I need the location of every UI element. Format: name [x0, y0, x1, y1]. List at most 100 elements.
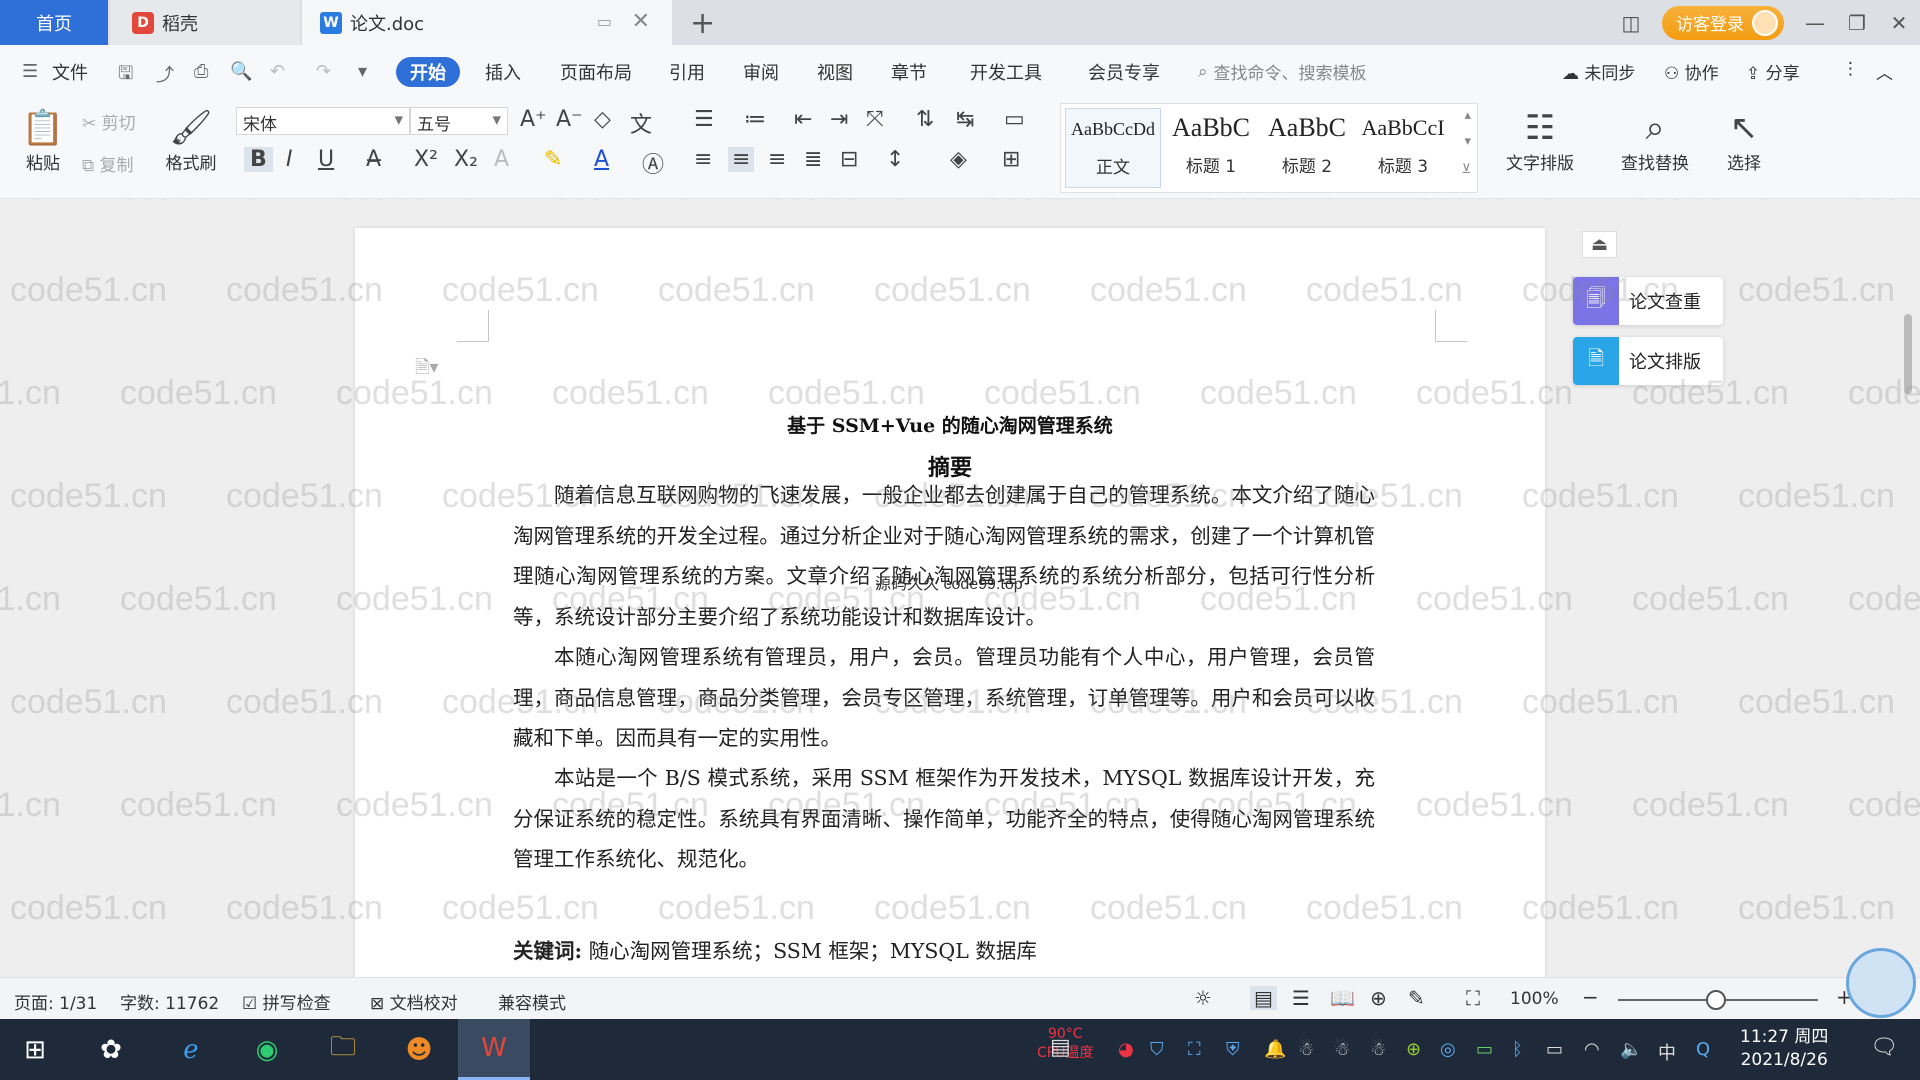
sort-icon[interactable]: ⇅	[916, 107, 934, 132]
web-view-icon[interactable]: ⊕	[1370, 986, 1387, 1010]
char-border-icon[interactable]: Ⓐ	[642, 147, 664, 179]
more-icon[interactable]: ⋮	[1842, 59, 1859, 79]
paste-button[interactable]: 📋 粘贴	[14, 107, 72, 174]
share-button[interactable]: ⇪ 分享	[1746, 59, 1800, 84]
tab-view[interactable]: 视图	[817, 59, 853, 85]
wifi-icon[interactable]: ◠	[1584, 1039, 1600, 1060]
tab-start[interactable]: 开始	[396, 57, 460, 87]
pinyin-icon[interactable]: 文	[630, 107, 652, 139]
bold-icon[interactable]: B	[244, 147, 273, 172]
style-normal[interactable]: AaBbCcDd 正文	[1065, 108, 1161, 188]
shading-icon[interactable]: ◈	[950, 147, 967, 172]
select-button[interactable]: ↖ 选择	[1712, 107, 1776, 174]
vpn-icon[interactable]: ◎	[1440, 1039, 1456, 1060]
tab-home[interactable]: 首页	[0, 0, 108, 45]
tab-page-layout[interactable]: 页面布局	[560, 59, 632, 85]
shrink-font-icon[interactable]: A⁻	[556, 107, 583, 132]
command-search[interactable]: ⌕ 查找命令、搜索模板	[1198, 59, 1367, 85]
cut-button[interactable]: ✂ 剪切	[82, 109, 136, 134]
save-icon[interactable]: 🖫	[118, 61, 133, 91]
ime-indicator[interactable]: 中	[1658, 1039, 1676, 1065]
copy-button[interactable]: ⧉ 复制	[82, 151, 134, 176]
tab-developer[interactable]: 开发工具	[970, 59, 1042, 85]
new-tab-button[interactable]: +	[690, 6, 715, 41]
page-view-icon[interactable]: ▤	[1250, 986, 1277, 1010]
numbered-list-icon[interactable]: ≔	[744, 107, 766, 132]
distributed-icon[interactable]: ⊟	[840, 147, 858, 172]
grow-font-icon[interactable]: A⁺	[520, 107, 547, 132]
scroll-down-icon[interactable]: ▾	[1464, 134, 1471, 149]
subscript-icon[interactable]: X₂	[454, 147, 478, 172]
reading-view-icon[interactable]: 📖	[1330, 986, 1355, 1010]
page-indicator[interactable]: 页面: 1/31	[14, 989, 97, 1014]
security-icon[interactable]: ⛨	[1226, 1039, 1240, 1060]
borders-icon[interactable]: ⊞	[1002, 147, 1020, 172]
network-app-icon[interactable]: ⛶	[1188, 1039, 1201, 1060]
ie-browser-icon[interactable]: ℯ	[170, 1029, 212, 1071]
word-count[interactable]: 字数: 11762	[120, 989, 219, 1014]
spell-check-button[interactable]: ☑ 拼写检查	[242, 989, 331, 1014]
text-layout-button[interactable]: ☷ 文字排版	[1494, 107, 1586, 174]
underline-icon[interactable]: U	[318, 147, 334, 172]
close-tab-icon[interactable]: ✕	[632, 9, 650, 34]
menu-file[interactable]: 文件	[52, 59, 88, 85]
system-clock[interactable]: 11:27 周四 2021/8/26	[1740, 1026, 1828, 1072]
monitor-tray-icon[interactable]: ▤	[1050, 1035, 1071, 1060]
italic-icon[interactable]: I	[286, 147, 293, 172]
outline-view-icon[interactable]: ☰	[1292, 986, 1310, 1010]
qq-icon[interactable]: ☃	[1298, 1039, 1314, 1060]
zoom-level[interactable]: 100%	[1510, 989, 1559, 1009]
zoom-slider-handle[interactable]	[1706, 990, 1726, 1010]
clear-format-icon[interactable]: ◇	[594, 107, 611, 132]
export-icon[interactable]: ⤴	[156, 61, 174, 87]
find-replace-button[interactable]: ⌕ 查找替换	[1606, 107, 1704, 174]
justify-icon[interactable]: ≣	[804, 147, 822, 172]
superscript-icon[interactable]: X²	[414, 147, 438, 172]
qq-icon[interactable]: ☃	[1370, 1039, 1386, 1060]
format-painter-button[interactable]: 🖌 格式刷	[160, 107, 222, 174]
preview-icon[interactable]: 🔍	[230, 61, 252, 82]
style-heading2[interactable]: AaBbC 标题 2	[1259, 108, 1355, 188]
decrease-indent-icon[interactable]: ⇤	[794, 107, 812, 132]
battery-icon[interactable]: ▭	[1546, 1039, 1563, 1060]
wrap-icon[interactable]: ↹	[956, 107, 974, 132]
print-icon[interactable]: ⎙	[194, 61, 208, 82]
notification-icon[interactable]: 🗨	[1870, 1035, 1898, 1060]
increase-indent-icon[interactable]: ⇥	[830, 107, 848, 132]
text-effect-icon[interactable]: A	[494, 147, 509, 172]
expand-styles-icon[interactable]: ⊻	[1461, 162, 1471, 177]
bell-icon[interactable]: 🔔	[1264, 1039, 1286, 1060]
search-app-icon[interactable]: ✿	[90, 1029, 132, 1071]
bluetooth-icon[interactable]: ᛒ	[1512, 1039, 1523, 1060]
font-size-select[interactable]: 五号 ▾	[410, 107, 508, 135]
redo-icon[interactable]: ↷	[316, 61, 331, 82]
customize-icon[interactable]: ▾	[358, 61, 367, 82]
text-direction-icon[interactable]: ⤧	[866, 107, 884, 132]
monitor-icon[interactable]: ▭	[597, 12, 612, 31]
sync-button[interactable]: ☁ 未同步	[1562, 59, 1635, 84]
menu-icon[interactable]: ☰	[22, 61, 38, 82]
style-heading1[interactable]: AaBbC 标题 1	[1163, 108, 1259, 188]
tab-document[interactable]: W 论文.doc ▭ ✕	[302, 0, 672, 45]
tab-member[interactable]: 会员专享	[1088, 59, 1160, 85]
shield-icon[interactable]: ⛉	[1150, 1039, 1164, 1060]
font-name-select[interactable]: 宋体 ▾	[236, 107, 410, 135]
proofread-button[interactable]: ⊠ 文档校对	[370, 989, 458, 1014]
plus-app-icon[interactable]: ⊕	[1406, 1039, 1421, 1060]
fit-page-icon[interactable]: ⛶	[1466, 986, 1480, 1010]
windows-start-icon[interactable]: ⊞	[14, 1029, 56, 1071]
qq-tray-icon[interactable]: Q	[1696, 1039, 1710, 1060]
collapse-ribbon-icon[interactable]: ︿	[1876, 59, 1893, 84]
eye-protect-icon[interactable]: ☼	[1194, 986, 1212, 1010]
highlight-icon[interactable]: ✎	[544, 147, 562, 172]
align-right-icon[interactable]: ≡	[768, 147, 786, 172]
file-explorer-icon[interactable]: 🗀	[322, 1029, 364, 1071]
gpu-icon[interactable]: ▭	[1476, 1039, 1493, 1060]
strikethrough-icon[interactable]: A̶	[366, 147, 381, 172]
restore-icon[interactable]: ❐	[1836, 11, 1878, 35]
tab-chapter[interactable]: 章节	[891, 59, 927, 85]
volume-icon[interactable]: 🔈	[1620, 1039, 1642, 1060]
tab-references[interactable]: 引用	[669, 59, 705, 85]
360-browser-icon[interactable]: ◉	[246, 1029, 288, 1071]
layout-toggle-icon[interactable]: ◫	[1610, 11, 1652, 35]
